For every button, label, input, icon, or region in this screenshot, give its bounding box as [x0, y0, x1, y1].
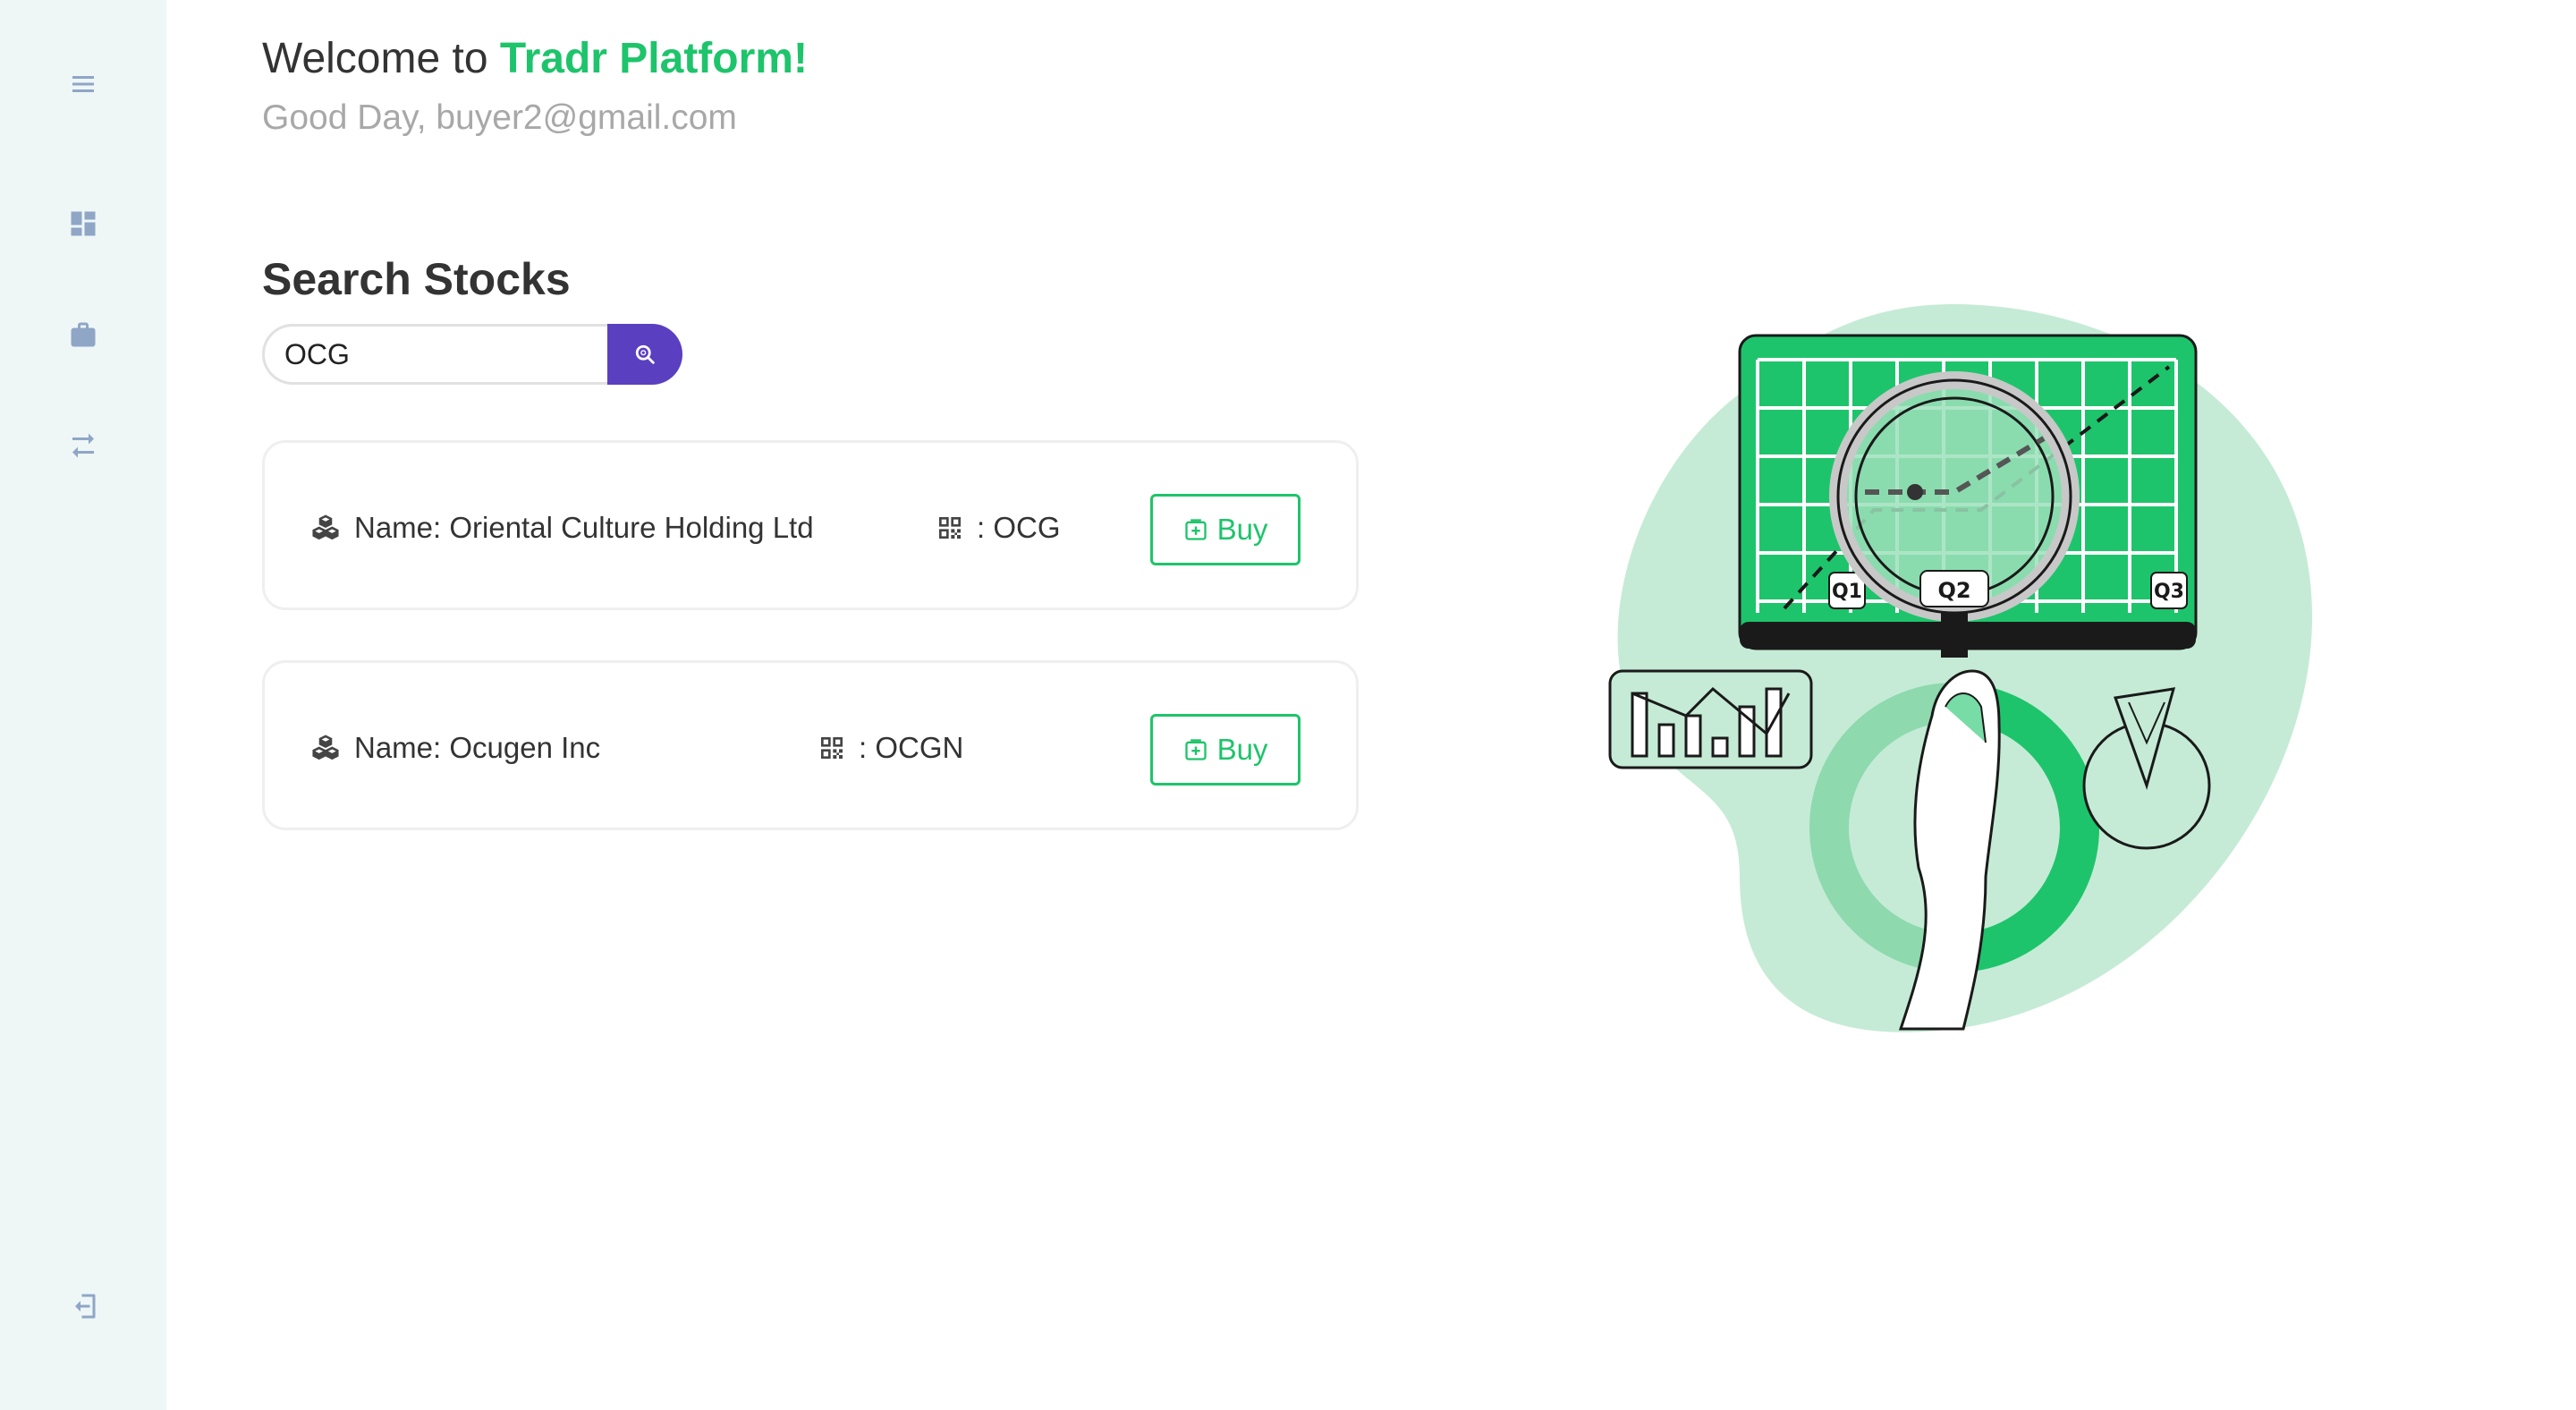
stock-symbol: : OCG [936, 443, 1061, 613]
stock-name-text: Name: Oriental Culture Holding Ltd [354, 511, 814, 544]
add-box-icon [1184, 739, 1207, 760]
search-input[interactable] [262, 324, 607, 385]
briefcase-icon[interactable] [64, 315, 103, 354]
stock-name: Name: Ocugen Inc [309, 663, 600, 833]
search-title: Search Stocks [262, 254, 571, 304]
menu-icon[interactable] [64, 64, 103, 104]
stock-symbol-text: : OCGN [859, 731, 964, 764]
buy-button[interactable]: Buy [1150, 714, 1301, 786]
logout-icon[interactable] [64, 1287, 103, 1326]
qr-code-icon [939, 517, 961, 539]
buy-label: Buy [1216, 513, 1268, 546]
page-title: Welcome to Tradr Platform! [262, 34, 808, 83]
stock-result-card: Name: Ocugen Inc : OCGN Buy [262, 660, 1359, 830]
add-box-icon [1184, 519, 1207, 540]
brand-name: Tradr Platform! [499, 35, 808, 82]
stock-result-card: Name: Oriental Culture Holding Ltd : OCG… [262, 440, 1359, 610]
dashboard-icon[interactable] [64, 204, 103, 243]
svg-text:Q3: Q3 [2154, 581, 2184, 603]
stock-symbol-text: : OCG [977, 511, 1061, 544]
svg-text:Q1: Q1 [1832, 581, 1862, 603]
stock-analysis-illustration: Q1 Q3 Q2 [1608, 304, 2312, 1032]
search-bar [262, 324, 682, 385]
cubes-icon [312, 514, 339, 540]
search-icon [635, 344, 655, 364]
buy-button[interactable]: Buy [1150, 494, 1301, 565]
search-button[interactable] [607, 324, 682, 385]
buy-label: Buy [1216, 733, 1268, 766]
svg-text:Q2: Q2 [1937, 578, 1970, 603]
greeting-text: Good Day, buyer2@gmail.com [262, 98, 737, 137]
transfer-icon[interactable] [64, 426, 103, 465]
cubes-icon [312, 735, 339, 760]
sidebar [0, 0, 166, 1410]
welcome-prefix: Welcome to [262, 35, 488, 82]
stock-name-text: Name: Ocugen Inc [354, 731, 601, 764]
stock-symbol: : OCGN [818, 663, 963, 833]
stock-name: Name: Oriental Culture Holding Ltd [309, 443, 814, 613]
qr-code-icon [821, 737, 843, 759]
